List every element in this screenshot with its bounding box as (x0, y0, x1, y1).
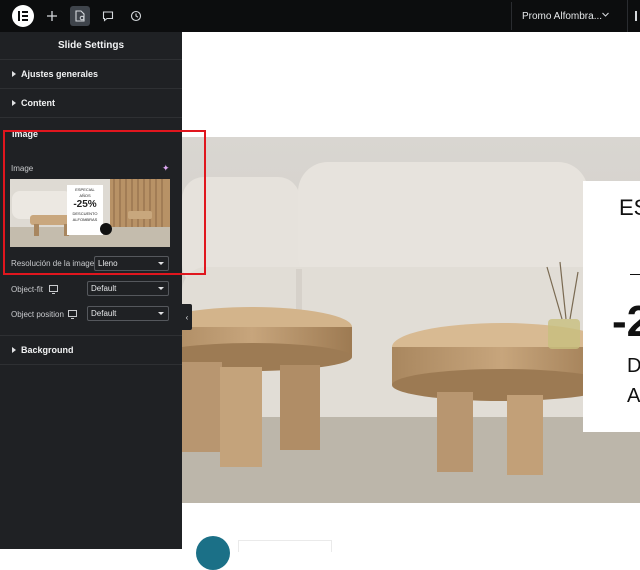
object-position-value: Default (91, 309, 117, 318)
object-position-select[interactable]: Default (87, 306, 169, 321)
page-settings-icon[interactable] (70, 6, 90, 26)
chevron-down-icon (158, 287, 164, 290)
object-position-label: Object position (11, 310, 64, 319)
panel-title: Slide Settings (0, 32, 182, 60)
chevron-down-icon (601, 10, 610, 22)
elementor-logo-icon[interactable] (12, 5, 34, 27)
slide-preview-image[interactable] (182, 137, 640, 503)
page-name: Promo Alfombra... (522, 10, 603, 22)
section-general[interactable]: Ajustes generales (0, 60, 182, 89)
toolbar-overflow[interactable] (627, 0, 640, 32)
object-fit-select[interactable]: Default (87, 281, 169, 296)
comments-icon[interactable] (98, 6, 118, 26)
caret-right-icon (12, 347, 16, 353)
object-fit-value: Default (91, 284, 117, 293)
promo-text-box: ES -2 D A (583, 181, 640, 432)
section-general-label: Ajustes generales (21, 69, 99, 79)
highlight-box (3, 130, 206, 275)
desktop-icon[interactable] (68, 310, 77, 319)
caret-right-icon (12, 71, 16, 77)
top-bar: Promo Alfombra... (0, 0, 640, 32)
add-icon[interactable] (42, 6, 62, 26)
section-content[interactable]: Content (0, 89, 182, 118)
section-background-label: Background (21, 345, 74, 355)
section-content-label: Content (21, 98, 55, 108)
widget-avatar[interactable] (196, 536, 230, 570)
section-background[interactable]: Background (0, 336, 182, 365)
promo-discount: -2 (612, 297, 640, 346)
promo-heading: ES (619, 195, 640, 220)
caret-right-icon (12, 100, 16, 106)
collapse-panel-icon[interactable]: ‹ (182, 304, 192, 330)
promo-line-1: D (627, 355, 640, 377)
object-fit-label: Object-fit (11, 285, 44, 294)
desktop-icon[interactable] (49, 285, 58, 294)
chevron-down-icon (158, 312, 164, 315)
page-switcher[interactable]: Promo Alfombra... (511, 2, 622, 30)
promo-line-2: A (627, 385, 640, 407)
widget-box[interactable] (238, 540, 332, 552)
history-icon[interactable] (126, 6, 146, 26)
